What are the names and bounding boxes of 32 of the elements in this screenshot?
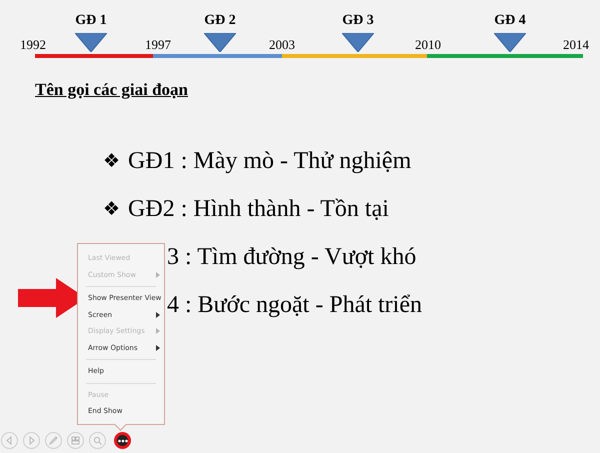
bullet-text: 3 : Tìm đường - Vượt khó (167, 243, 416, 272)
year-label: 2010 (414, 37, 442, 53)
year-label: 2003 (268, 37, 296, 53)
more-button[interactable] (114, 432, 131, 449)
slides-button[interactable] (67, 432, 84, 449)
previous-button[interactable] (1, 432, 18, 449)
bullet-text: GĐ2 : Hình thành - Tồn tại (128, 195, 389, 224)
phase-label: GĐ 3 (341, 12, 375, 30)
pen-button[interactable] (45, 432, 62, 449)
more-icon (118, 438, 128, 442)
magnifier-icon (93, 436, 102, 445)
bullet-icon: ❖ (103, 192, 120, 226)
left-triangle-icon (5, 436, 14, 445)
pen-icon (49, 436, 58, 445)
right-triangle-icon (27, 436, 36, 445)
phase-label: GĐ 2 (203, 12, 237, 30)
phase-label: GĐ 4 (493, 12, 527, 30)
next-button[interactable] (23, 432, 40, 449)
section-heading: Tên gọi các giai đoạn (35, 80, 188, 100)
triangle-marker-icon (494, 33, 526, 52)
bullet-text: GĐ1 : Mày mò - Thử nghiệm (128, 147, 412, 176)
triangle-marker-icon (75, 33, 107, 52)
zoom-button[interactable] (89, 432, 106, 449)
triangle-marker-icon (342, 33, 374, 52)
bullet-icon: ❖ (103, 144, 120, 178)
bullet-text: 4 : Bước ngoặt - Phát triển (167, 291, 422, 320)
year-label: 1992 (19, 37, 47, 53)
year-label: 2014 (562, 37, 590, 53)
year-label: 1997 (144, 37, 172, 53)
slides-grid-icon (71, 436, 80, 445)
phase-label: GĐ 1 (74, 12, 108, 30)
triangle-marker-icon (204, 33, 236, 52)
